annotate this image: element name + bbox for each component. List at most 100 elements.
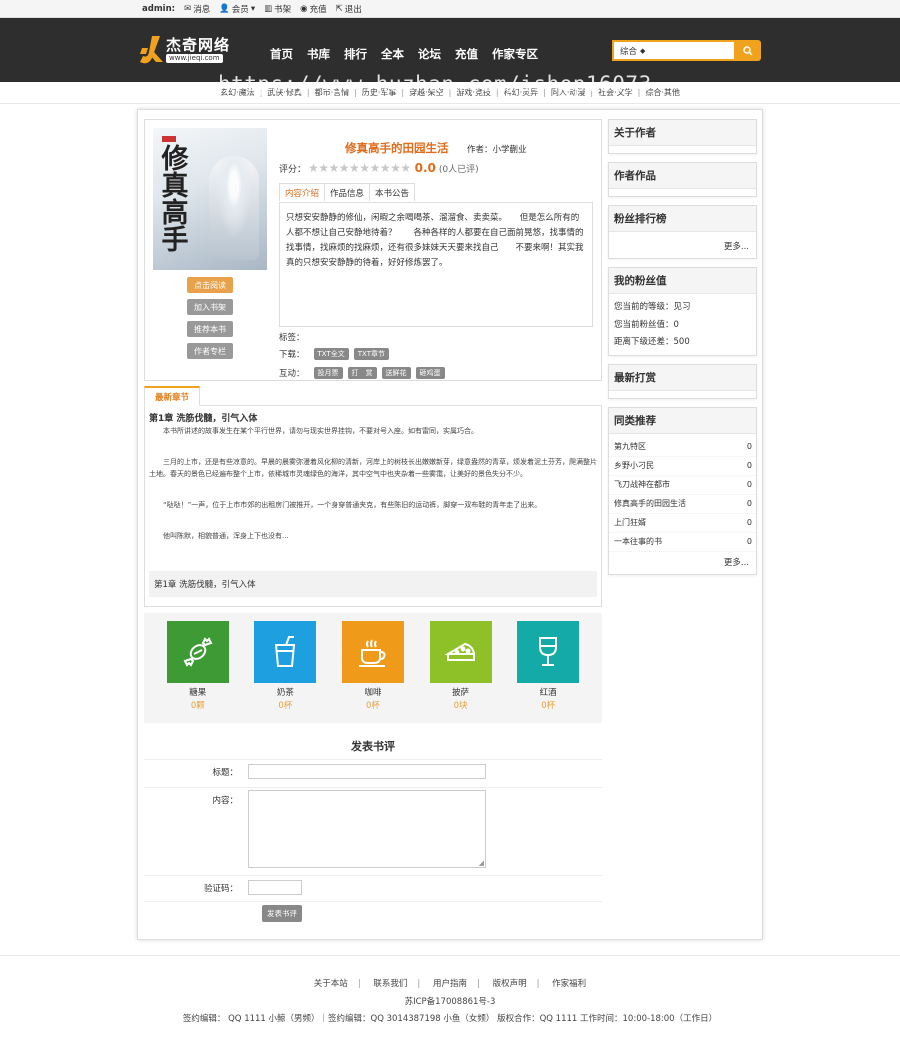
coffee-icon[interactable] (341, 621, 404, 683)
top-bar: admin: ✉ 消息 👤 会员 ▾ ▥ 书架 ◉ 充值 ⇱ 退出 (0, 0, 900, 18)
author-link[interactable]: 小学蒯业 (493, 145, 527, 155)
throw-egg-button[interactable]: 砸鸡蛋 (415, 367, 445, 379)
logout-icon: ⇱ (335, 3, 343, 14)
watermark: https://www.huzhan.com/ishop16073 (218, 72, 652, 96)
gift-panel: 糖果 0颗 奶茶 0杯 咖啡 0杯 披萨 0块 红酒 0杯 (144, 613, 602, 723)
captcha-label: 验证码： (203, 884, 238, 894)
similar-more-link[interactable]: 更多... (609, 552, 756, 574)
list-item[interactable]: 第九特区 0 (609, 438, 756, 457)
chapter-paragraph: 他叫陈默，相貌普通，浑身上下也没有... (163, 532, 289, 540)
wine-icon[interactable] (517, 621, 580, 683)
footer-link-contact[interactable]: 联系我们 (373, 979, 407, 989)
download-txt-full[interactable]: TXT全文 (313, 348, 349, 360)
gift-count: 0块 (453, 701, 468, 711)
latest-tips-box: 最新打赏 (608, 363, 757, 399)
search-scope-select[interactable]: 综合 ◆ (612, 40, 734, 61)
review-title-input[interactable] (248, 764, 486, 779)
rating-count: (0人已评) (438, 164, 479, 175)
nav-home[interactable]: 首页 (270, 46, 293, 62)
footer-link-copyright[interactable]: 版权声明 (493, 979, 527, 989)
gift-milk-tea[interactable]: 奶茶 0杯 (253, 621, 317, 723)
tab-intro[interactable]: 内容介绍 (279, 183, 326, 201)
tab-info[interactable]: 作品信息 (324, 183, 371, 201)
star-rating[interactable]: ★★★★★★★★★★ (308, 161, 411, 175)
read-button[interactable]: 点击阅读 (187, 277, 233, 293)
review-content-textarea[interactable]: ◢ (248, 790, 486, 868)
gift-wine[interactable]: 红酒 0杯 (516, 621, 580, 723)
main-nav: 首页 书库 排行 全本 论坛 充值 作家专区 (270, 46, 538, 62)
header: 杰奇网络 www.jieqi.com 首页 书库 排行 全本 论坛 充值 作家专… (0, 18, 900, 96)
candy-icon[interactable] (166, 621, 229, 683)
footer-link-about[interactable]: 关于本站 (314, 979, 348, 989)
list-item[interactable]: 飞刀战神在都市 0 (609, 476, 756, 495)
similar-books-title: 同类推荐 (609, 407, 756, 434)
list-item[interactable]: 上门狂婿 0 (609, 514, 756, 533)
list-item[interactable]: 一本往事的书 0 (609, 533, 756, 552)
chapter-title[interactable]: 第1章 洗筋伐髓，引气入体 (149, 411, 597, 424)
resize-handle-icon[interactable]: ◢ (479, 859, 484, 867)
book-cover[interactable]: 修真高手 (153, 128, 267, 270)
interact-label: 互动： (279, 369, 305, 379)
member-menu[interactable]: 👤 会员 ▾ (219, 3, 255, 15)
footer-link-guide[interactable]: 用户指南 (433, 979, 467, 989)
vote-monthly-button[interactable]: 投月票 (313, 367, 343, 379)
author-works-box: 作者作品 (608, 162, 757, 197)
footer-links: 关于本站 | 联系我们 | 用户指南 | 版权声明 | 作家福利 (313, 979, 587, 989)
my-fans-box: 我的粉丝值 您当前的等级：见习 您当前粉丝值：0 距离下级还差：500 (608, 267, 757, 356)
cover-seal (162, 136, 176, 142)
captcha-row: 验证码： (144, 875, 602, 901)
logout-link[interactable]: ⇱ 退出 (336, 3, 362, 15)
download-txt-chapter[interactable]: TXT章节 (353, 348, 389, 360)
book-info-panel: 修真高手 点击阅读 加入书架 推荐本书 作者专栏 修真高手的田园生活 作者：小学… (144, 119, 602, 381)
list-item[interactable]: 乡野小刁民 0 (609, 457, 756, 476)
tip-button[interactable]: 打 赏 (347, 367, 377, 379)
my-fans-body: 您当前的等级：见习 您当前粉丝值：0 距离下级还差：500 (609, 294, 756, 355)
chapter-paragraph: “哒哒！”一声，位于上市市郊的出租房门被推开，一个身穿普通夹克，有些陈旧的运动裤… (163, 501, 542, 509)
fan-rank-title: 粉丝排行榜 (609, 206, 756, 232)
gift-coffee[interactable]: 咖啡 0杯 (341, 621, 405, 723)
site-logo[interactable]: 杰奇网络 www.jieqi.com (138, 34, 230, 66)
tab-notice[interactable]: 本书公告 (369, 183, 416, 201)
nav-complete[interactable]: 全本 (381, 46, 404, 62)
icp-number[interactable]: 苏ICP备17008861号-3 (0, 995, 900, 1007)
captcha-input[interactable] (248, 880, 302, 895)
nav-ranking[interactable]: 排行 (344, 46, 367, 62)
tags-label: 标签： (279, 333, 305, 343)
recharge-link[interactable]: ◉ 充值 (300, 3, 326, 15)
gift-candy[interactable]: 糖果 0颗 (166, 621, 230, 723)
messages-link[interactable]: ✉ 消息 (184, 3, 210, 15)
gift-name: 奶茶 (276, 688, 294, 698)
bookshelf-link[interactable]: ▥ 书架 (264, 3, 291, 15)
latest-chapter-section: 最新章节 第1章 洗筋伐髓，引气入体 本书所讲述的故事发生在某个平行世界，请勿与… (144, 386, 602, 607)
nav-forum[interactable]: 论坛 (418, 46, 441, 62)
review-content-row: 内容： ◢ (144, 787, 602, 875)
latest-tips-title: 最新打赏 (609, 364, 756, 391)
sidebar: 关于作者 作者作品 粉丝排行榜 更多... 我的粉丝值 您当前的等级：见习 您当… (608, 119, 757, 583)
author-column-button[interactable]: 作者专栏 (187, 343, 233, 359)
book-author: 作者：小学蒯业 (467, 145, 527, 155)
add-shelf-button[interactable]: 加入书架 (187, 299, 233, 315)
nav-library[interactable]: 书库 (307, 46, 330, 62)
cover-figure (209, 156, 259, 260)
search-bar: 综合 ◆ (612, 40, 761, 61)
list-item[interactable]: 修真高手的田园生活 0 (609, 495, 756, 514)
footer-link-author-benefits[interactable]: 作家福利 (552, 979, 586, 989)
about-author-box: 关于作者 (608, 119, 757, 154)
gift-pizza[interactable]: 披萨 0块 (429, 621, 493, 723)
tab-latest-chapter[interactable]: 最新章节 (144, 386, 201, 406)
username[interactable]: admin: (142, 4, 175, 14)
submit-review-button[interactable]: 发表书评 (262, 905, 302, 922)
send-flower-button[interactable]: 送鲜花 (381, 367, 411, 379)
nav-recharge[interactable]: 充值 (455, 46, 478, 62)
fan-rank-more-link[interactable]: 更多... (609, 232, 756, 258)
gift-name: 咖啡 (364, 688, 382, 698)
logo-domain: www.jieqi.com (166, 54, 223, 63)
nav-author-zone[interactable]: 作家专区 (492, 46, 538, 62)
pizza-icon[interactable] (429, 621, 492, 683)
chapter-link[interactable]: 第1章 洗筋伐髓，引气入体 (149, 571, 597, 597)
milk-tea-icon[interactable] (254, 621, 317, 683)
recommend-button[interactable]: 推荐本书 (187, 321, 233, 337)
bookshelf-icon: ▥ (264, 3, 273, 14)
footer: 关于本站 | 联系我们 | 用户指南 | 版权声明 | 作家福利 苏ICP备170088… (0, 955, 900, 1041)
search-button[interactable] (734, 40, 761, 61)
